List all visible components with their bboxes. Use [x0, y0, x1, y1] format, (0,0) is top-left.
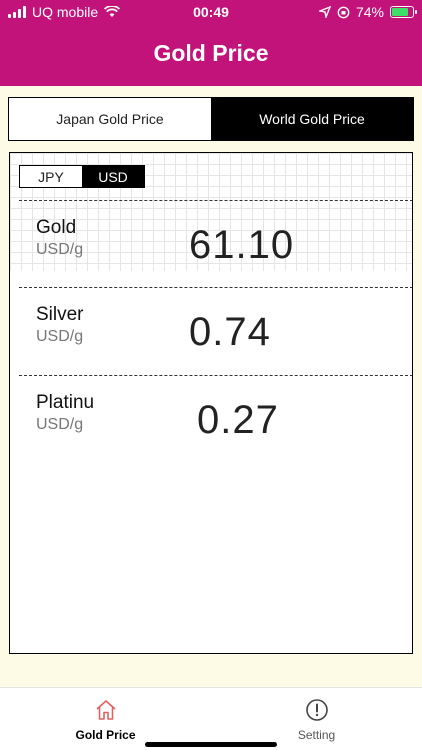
currency-option-jpy[interactable]: JPY: [20, 166, 82, 187]
currency-toggle: JPY USD: [19, 165, 145, 188]
metal-price: 61.10: [189, 223, 295, 267]
metal-unit: USD/g: [36, 241, 84, 258]
bottom-nav: Gold Price Setting: [0, 687, 422, 750]
page-title: Gold Price: [153, 40, 269, 66]
home-indicator: [145, 742, 277, 747]
nav-label: Setting: [297, 728, 336, 742]
battery-icon: [390, 6, 417, 18]
metal-name: Silver: [36, 304, 84, 325]
metal-unit: USD/g: [36, 328, 84, 345]
status-bar: UQ mobile 00:49 74%: [0, 0, 422, 24]
currency-option-usd[interactable]: USD: [82, 166, 144, 187]
home-icon: [95, 700, 116, 720]
tab-japan-gold-price[interactable]: Japan Gold Price: [9, 98, 211, 140]
price-card: JPY USD Gold USD/g 61.10 Silver USD/g 0.…: [9, 152, 413, 654]
metal-price: 0.74: [189, 310, 271, 354]
metal-name: Platinu: [36, 392, 95, 413]
exclamation-circle-icon: [305, 699, 328, 721]
metal-name: Gold: [36, 217, 77, 238]
price-row-silver: Silver USD/g 0.74: [19, 287, 412, 373]
battery-percent: 74%: [355, 4, 384, 20]
price-tabs: Japan Gold Price World Gold Price: [8, 97, 414, 141]
tab-world-gold-price[interactable]: World Gold Price: [211, 98, 413, 140]
nav-gold-price[interactable]: Gold Price: [0, 688, 211, 750]
metal-unit: USD/g: [36, 416, 84, 433]
location-arrow-icon: [318, 6, 331, 18]
nav-label: Gold Price: [75, 728, 136, 742]
metal-price: 0.27: [197, 398, 279, 442]
price-row-platinum: Platinu USD/g 0.27: [19, 375, 412, 461]
orientation-lock-icon: [337, 6, 350, 18]
app-header: UQ mobile 00:49 74% Gold Price: [0, 0, 422, 86]
nav-setting[interactable]: Setting: [211, 688, 422, 750]
price-row-gold: Gold USD/g 61.10: [19, 200, 412, 286]
